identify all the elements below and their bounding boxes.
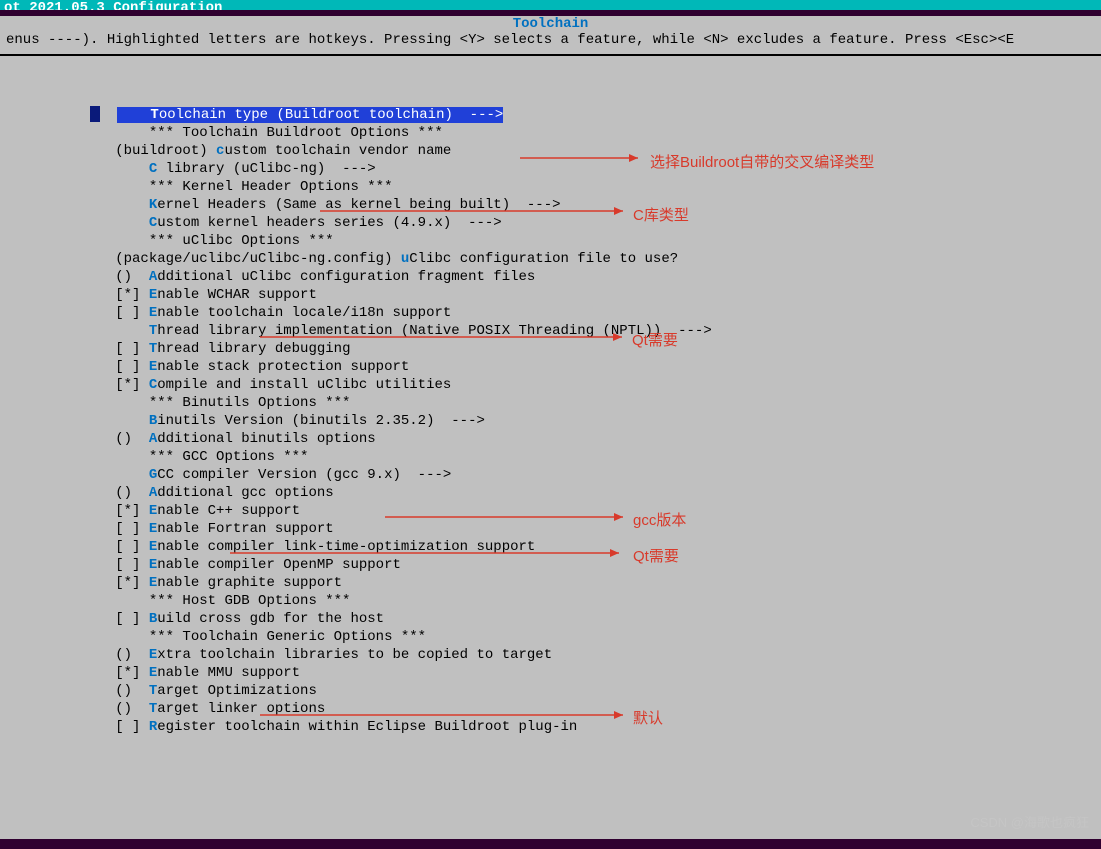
arrow-icon: [0, 16, 1101, 849]
panel-body: Toolchain enus ----). Highlighted letter…: [0, 16, 1101, 839]
watermark: CSDN @海歌也疯狂: [970, 812, 1089, 831]
window-title: ot 2021.05.3 Configuration: [0, 0, 1101, 10]
